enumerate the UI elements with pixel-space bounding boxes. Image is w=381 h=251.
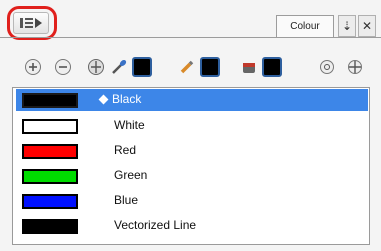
- list-item[interactable]: Red: [16, 140, 368, 162]
- globe-icon: [88, 59, 104, 75]
- pencil-colour-swatch[interactable]: [200, 57, 220, 77]
- menu-arrow-icon: [20, 18, 42, 28]
- list-item[interactable]: White: [16, 115, 368, 137]
- remove-colour-button[interactable]: [52, 56, 74, 78]
- add-colour-button[interactable]: [22, 56, 44, 78]
- colour-chip: [22, 219, 78, 234]
- plus-circle-icon: [25, 59, 41, 75]
- view-menu-button[interactable]: [13, 12, 49, 34]
- paint-bucket-icon: [243, 63, 255, 73]
- dropper-button[interactable]: [108, 56, 130, 78]
- current-colour-swatch[interactable]: [132, 57, 152, 77]
- swatch-grid-icon: [348, 60, 362, 74]
- tab-colour[interactable]: Colour: [276, 15, 334, 37]
- pencil-icon: [180, 60, 194, 74]
- colour-view-panel: Colour ⇣ ✕ Black White Red Green Blue Ve…: [0, 0, 381, 251]
- colour-name: White: [114, 118, 145, 132]
- tab-divider: [0, 37, 381, 38]
- colour-name: Blue: [114, 193, 139, 207]
- colour-toolbar: [0, 53, 381, 81]
- eyedropper-icon: [112, 60, 127, 74]
- palette-options-button[interactable]: [85, 56, 107, 78]
- colour-name: Red: [114, 143, 137, 157]
- list-item[interactable]: Black: [16, 89, 368, 111]
- dock-icon[interactable]: ⇣: [338, 15, 356, 37]
- colour-chip: [22, 93, 78, 108]
- colour-chip: [22, 169, 78, 184]
- minus-circle-icon: [55, 59, 71, 75]
- colour-name: Vectorized Line: [114, 218, 197, 232]
- colour-chip: [22, 119, 78, 134]
- list-item[interactable]: Blue: [16, 190, 368, 212]
- link-icon: [320, 60, 334, 74]
- swatch-mode-button[interactable]: [344, 56, 366, 78]
- list-item[interactable]: Green: [16, 165, 368, 187]
- paint-colour-swatch[interactable]: [262, 57, 282, 77]
- link-colour-button[interactable]: [316, 56, 338, 78]
- colour-chip: [22, 144, 78, 159]
- colour-name: Green: [114, 168, 148, 182]
- paint-colour-button[interactable]: [238, 56, 260, 78]
- colour-chip: [22, 194, 78, 209]
- colour-list: Black White Red Green Blue Vectorized Li…: [12, 87, 370, 245]
- pencil-colour-button[interactable]: [176, 56, 198, 78]
- selected-diamond-icon: [98, 94, 109, 105]
- close-icon[interactable]: ✕: [358, 15, 376, 37]
- colour-name: Black: [112, 92, 142, 106]
- tab-bar: Colour ⇣ ✕: [276, 15, 381, 37]
- list-item[interactable]: Vectorized Line: [16, 215, 368, 237]
